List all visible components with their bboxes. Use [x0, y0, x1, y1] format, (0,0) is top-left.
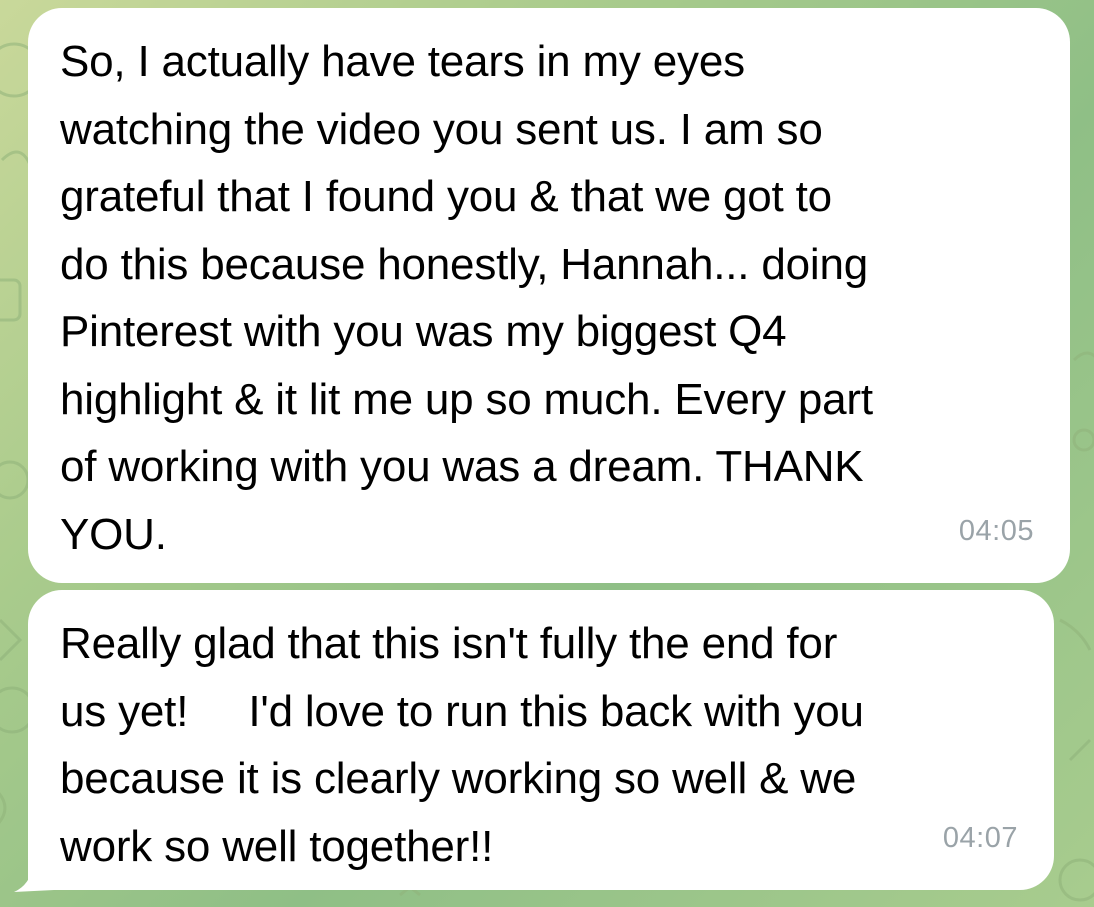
message-bubble[interactable]: So, I actually have tears in my eyes wat… [28, 8, 1070, 583]
message-text: So, I actually have tears in my eyes wat… [60, 37, 873, 559]
message-timestamp: 04:05 [958, 514, 1034, 547]
message-timestamp: 04:07 [942, 821, 1018, 854]
message-bubble[interactable]: Really glad that this isn't fully the en… [28, 590, 1054, 890]
message-text: Really glad that this isn't fully the en… [60, 619, 864, 871]
